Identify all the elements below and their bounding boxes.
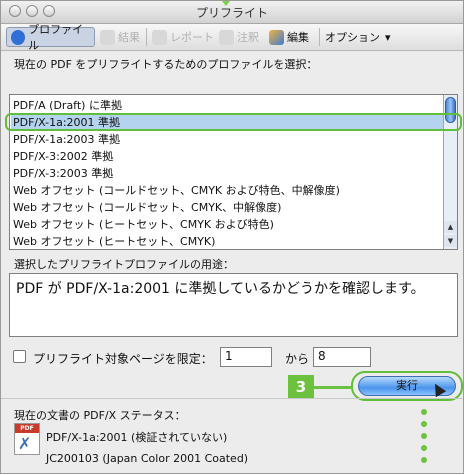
guide-dot bbox=[421, 421, 427, 427]
profile-icon bbox=[11, 29, 26, 45]
edit-button[interactable]: 編集 bbox=[269, 27, 309, 47]
status-line-2: JC200103 (Japan Color 2001 Coated) bbox=[46, 452, 249, 465]
pdfx-document-icon: PDF ✗ bbox=[14, 423, 40, 455]
toolbar-divider bbox=[319, 28, 320, 46]
tab-report-label: レポート bbox=[170, 31, 214, 44]
list-item[interactable]: Web オフセット (ヒートセット、CMYK) bbox=[13, 234, 215, 249]
guide-dot bbox=[421, 457, 427, 463]
tab-comments-label: 注釈 bbox=[237, 31, 259, 44]
pdf-icon-label: PDF bbox=[15, 424, 39, 433]
tab-comments[interactable]: 注釈 bbox=[219, 27, 259, 47]
report-icon bbox=[152, 29, 167, 45]
page-to-input[interactable]: 8 bbox=[313, 347, 371, 367]
use-label: 選択したプリフライトプロファイルの用途： bbox=[14, 258, 234, 271]
scroll-down-arrow-icon[interactable]: ▼ bbox=[444, 235, 457, 247]
limit-pages-checkbox[interactable] bbox=[13, 350, 26, 363]
profile-description-box: PDF が PDF/X-1a:2001 に準拠しているかどうかを確認します。 bbox=[9, 273, 458, 337]
callout-line bbox=[314, 386, 351, 389]
edit-icon bbox=[269, 29, 284, 45]
list-item[interactable]: Web オフセット (コールドセット、CMYK および特色、中解像度) bbox=[13, 183, 340, 198]
page-from-input[interactable]: 1 bbox=[220, 347, 272, 367]
list-item[interactable]: Web オフセット (コールドセット、CMYK、中解像度) bbox=[13, 200, 281, 215]
guide-dot bbox=[421, 409, 427, 415]
edit-label: 編集 bbox=[287, 31, 309, 44]
comments-icon bbox=[219, 29, 234, 45]
tab-results-label: 結果 bbox=[118, 31, 140, 44]
list-item[interactable]: PDF/A (Draft) に準拠 bbox=[13, 98, 122, 113]
list-item[interactable]: PDF/X-3:2003 準拠 bbox=[13, 166, 113, 181]
window-title: プリフライト bbox=[195, 6, 268, 20]
options-menu[interactable]: オプション ▾ bbox=[325, 27, 391, 47]
section-divider bbox=[1, 398, 463, 399]
tab-profiles-label: プロファイル bbox=[28, 23, 84, 52]
toolbar: プロファイル 結果 レポート 注釈 編集 オプション ▾ bbox=[1, 23, 463, 52]
limit-pages-label: プリフライト対象ページを限定： bbox=[33, 352, 213, 366]
tab-report[interactable]: レポート bbox=[152, 27, 214, 47]
selected-profile-callout bbox=[5, 113, 462, 131]
chevron-down-icon: ▾ bbox=[385, 30, 391, 44]
x-mark-icon: ✗ bbox=[18, 434, 32, 453]
options-label: オプション bbox=[325, 31, 380, 44]
list-item[interactable]: Web オフセット (ヒートセット、CMYK および特色) bbox=[13, 217, 274, 232]
scroll-up-arrow-icon[interactable]: ▲ bbox=[444, 221, 457, 233]
toolbar-divider bbox=[146, 28, 147, 46]
tab-results[interactable]: 結果 bbox=[100, 27, 140, 47]
guide-dot bbox=[421, 433, 427, 439]
list-item[interactable]: PDF/X-1a:2003 準拠 bbox=[13, 132, 120, 147]
results-icon bbox=[100, 29, 115, 45]
profile-instruction: 現在の PDF をプリフライトするためのプロファイルを選択： bbox=[14, 58, 318, 71]
status-line-1: PDF/X-1a:2001 (検証されていない) bbox=[46, 431, 228, 444]
status-heading: 現在の文書の PDF/X ステータス： bbox=[14, 409, 186, 422]
page-range-label: から bbox=[285, 352, 310, 366]
top-pointer-marker bbox=[222, 1, 230, 6]
step-badge: 3 bbox=[288, 375, 314, 399]
guide-dot bbox=[421, 445, 427, 451]
preflight-window: プリフライト プロファイル 結果 レポート 注釈 編集 オプション ▾ 現在の … bbox=[0, 0, 464, 474]
list-item[interactable]: PDF/X-3:2002 準拠 bbox=[13, 149, 113, 164]
tab-profiles[interactable]: プロファイル bbox=[6, 23, 95, 52]
